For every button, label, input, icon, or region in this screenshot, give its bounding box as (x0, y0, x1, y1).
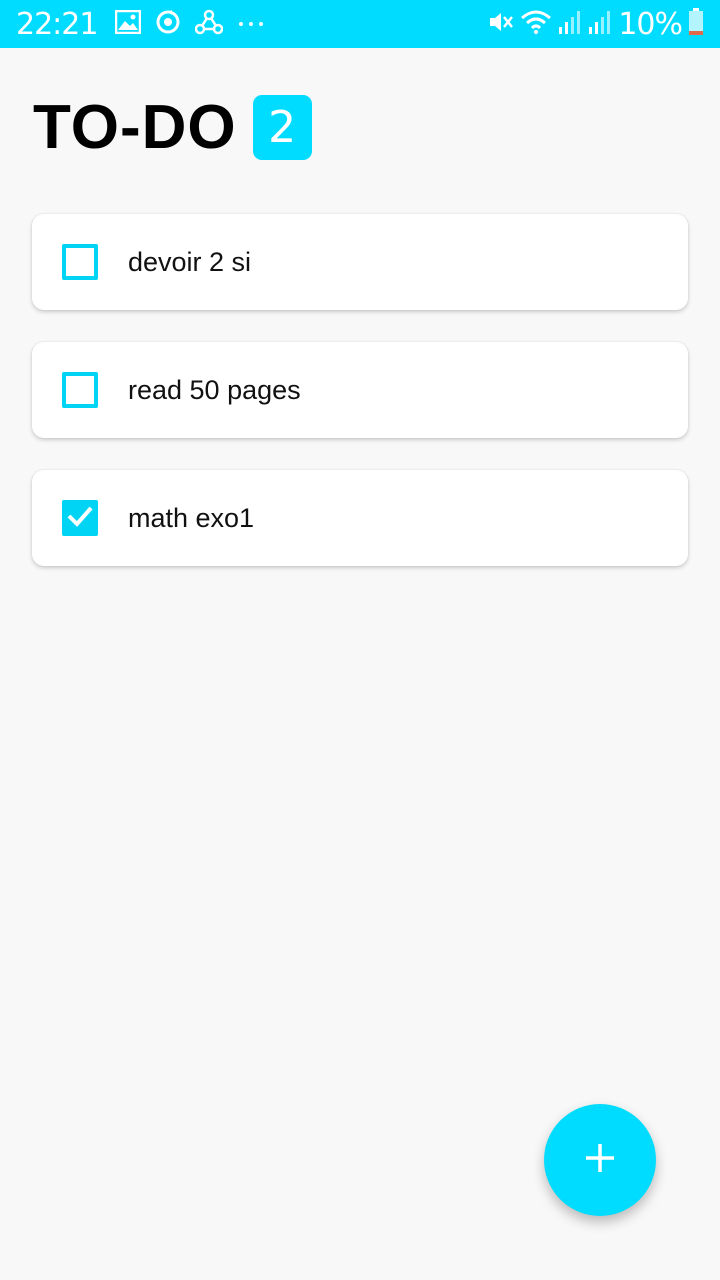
task-item[interactable]: math exo1 (32, 470, 688, 566)
status-bar: 22:21 10% (0, 0, 720, 48)
task-checkbox[interactable] (62, 372, 98, 408)
wifi-icon (520, 9, 552, 40)
battery-percent: 10% (618, 6, 683, 42)
vibrate-mute-icon (488, 9, 514, 40)
task-checkbox[interactable] (62, 244, 98, 280)
task-label: devoir 2 si (128, 246, 252, 277)
header: TO-DO 2 (33, 92, 312, 163)
add-task-button[interactable] (544, 1104, 656, 1216)
task-item[interactable]: devoir 2 si (32, 214, 688, 310)
task-label: math exo1 (128, 502, 255, 533)
more-dots-icon (237, 15, 265, 33)
task-checkbox-checked[interactable] (62, 500, 98, 536)
task-item[interactable]: read 50 pages (32, 342, 688, 438)
check-icon (66, 502, 94, 535)
battery-icon (688, 7, 704, 41)
task-list: devoir 2 si read 50 pages math exo1 (32, 214, 688, 598)
image-icon (115, 9, 142, 39)
sync-circle-icon (155, 9, 181, 40)
status-time: 22:21 (16, 6, 98, 42)
share-icon (195, 9, 224, 40)
signal-icon (558, 9, 582, 40)
signal-icon-2 (588, 9, 612, 40)
plus-icon (585, 1143, 615, 1178)
task-count-badge: 2 (252, 95, 312, 160)
page-title: TO-DO (33, 93, 237, 162)
task-label: read 50 pages (128, 374, 301, 405)
